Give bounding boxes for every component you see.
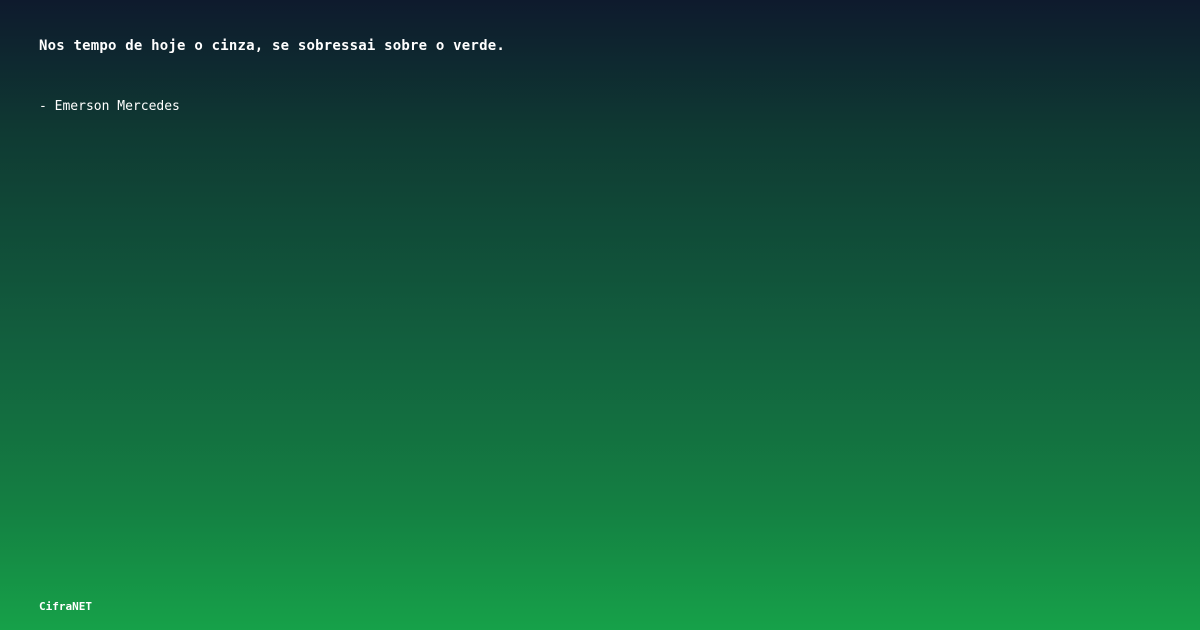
brand-logo: CifraNET [39, 600, 92, 613]
quote-text: Nos tempo de hoje o cinza, se sobressai … [39, 38, 505, 54]
quote-card: Nos tempo de hoje o cinza, se sobressai … [0, 0, 1200, 630]
quote-author: - Emerson Mercedes [39, 99, 180, 114]
